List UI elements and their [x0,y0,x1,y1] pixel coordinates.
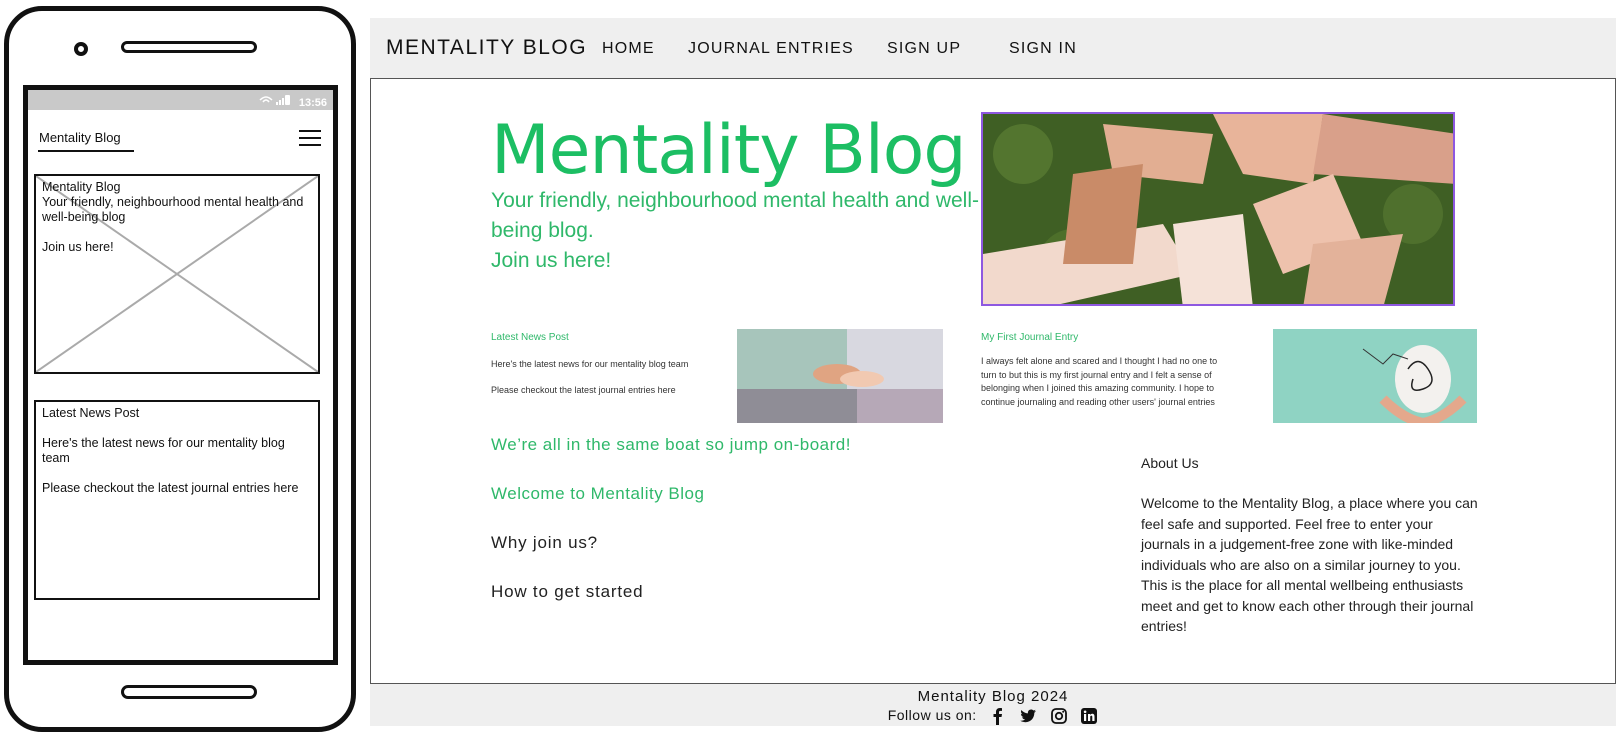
nav-sign-up[interactable]: SIGN UP [887,40,961,58]
section-welcome-heading[interactable]: Welcome to Mentality Blog [491,484,704,504]
follow-label: Follow us on: [887,707,977,723]
hero-cta-link[interactable]: Join us here! [491,246,991,276]
about-title: About Us [1141,455,1199,471]
footer-copyright: Mentality Blog 2024 [917,688,1069,705]
mobile-hero-subtitle: Your friendly, neighbourhood mental heal… [42,195,304,224]
mobile-news-title: Latest News Post [42,406,140,420]
home-button [121,685,257,699]
title-underline [38,150,134,152]
linkedin-icon[interactable] [1080,707,1098,725]
twitter-icon[interactable] [1019,707,1037,725]
footer: Mentality Blog 2024 Follow us on: [370,684,1616,726]
mobile-news-box: Latest News Post Here's the latest news … [34,400,320,600]
hero-title: Mentality Blog [491,111,967,190]
journal-card-title[interactable]: My First Journal Entry [981,332,1078,343]
navbar: MENTALITY BLOG HOME JOURNAL ENTRIES SIGN… [370,18,1616,78]
footer-follow: Follow us on: [370,707,1616,726]
hero-subtitle: Your friendly, neighbourhood mental heal… [491,189,979,242]
hero-hands-image [981,112,1455,306]
section-how-heading[interactable]: How to get started [491,582,643,602]
status-time: 13:56 [298,97,327,109]
nav-journal-entries[interactable]: JOURNAL ENTRIES [688,40,854,58]
mobile-site-title[interactable]: Mentality Blog [39,130,121,145]
main-content: Mentality Blog Your friendly, neighbourh… [370,78,1616,684]
mobile-hero-title: Mentality Blog [42,180,121,194]
camera-icon [74,42,88,56]
instagram-icon[interactable] [1050,707,1068,725]
section-why-heading[interactable]: Why join us? [491,533,598,553]
news-card-title[interactable]: Latest News Post [491,332,569,343]
news-card-line1: Here's the latest news for our mentality… [491,359,689,369]
section-boat-heading: We’re all in the same boat so jump on-bo… [491,435,851,454]
news-card-line2[interactable]: Please checkout the latest journal entri… [491,384,676,398]
mobile-hero-box: Mentality Blog Your friendly, neighbourh… [34,174,320,374]
mobile-hero-cta[interactable]: Join us here! [42,240,312,255]
mobile-news-line1: Here's the latest news for our mentality… [42,436,285,465]
journal-card-image [1273,329,1477,423]
hamburger-menu-icon[interactable] [299,130,321,148]
facebook-icon[interactable] [989,707,1007,726]
signal-icon [258,94,292,109]
speaker-slot [121,41,257,53]
mobile-news-line2: Please checkout the latest journal entri… [42,481,299,495]
website-mockup: MENTALITY BLOG HOME JOURNAL ENTRIES SIGN… [370,18,1616,726]
status-bar: 13:56 [28,90,333,110]
journal-card-text: I always felt alone and scared and I tho… [981,356,1218,407]
nav-sign-in[interactable]: SIGN IN [1009,40,1077,58]
mobile-wireframe: 13:56 Mentality Blog Mentality Blog Your… [4,6,356,732]
nav-home[interactable]: HOME [602,40,655,58]
news-card-image [737,329,943,423]
hero-subtitle-block: Your friendly, neighbourhood mental heal… [491,186,991,276]
nav-brand[interactable]: MENTALITY BLOG [386,36,587,60]
mobile-screen: 13:56 Mentality Blog Mentality Blog Your… [23,85,338,665]
about-text: Welcome to the Mentality Blog, a place w… [1141,495,1478,634]
